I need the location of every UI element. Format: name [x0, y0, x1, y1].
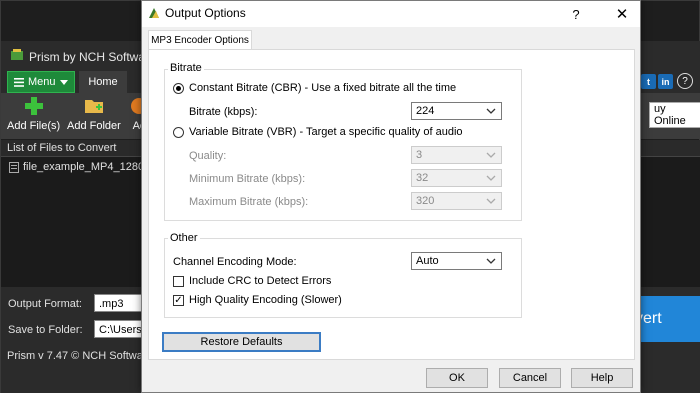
ok-button[interactable]: OK	[426, 368, 488, 388]
cbr-radio[interactable]	[173, 83, 184, 94]
bitrate-select[interactable]: 224	[411, 102, 502, 120]
menu-label: Menu	[28, 76, 56, 88]
channel-mode-value: Auto	[416, 255, 439, 267]
bitrate-value: 224	[416, 105, 435, 117]
close-icon[interactable]: ✕	[612, 4, 632, 24]
help-icon[interactable]: ?	[677, 73, 693, 89]
max-bitrate-value: 320	[416, 195, 435, 207]
min-bitrate-label: Minimum Bitrate (kbps):	[189, 173, 306, 185]
hq-checkbox[interactable]: ✓	[173, 295, 184, 306]
save-to-folder-label: Save to Folder:	[8, 324, 83, 336]
prism-logo-icon	[11, 49, 23, 60]
chevron-down-icon	[486, 152, 496, 158]
min-bitrate-select: 32	[411, 169, 502, 187]
chevron-down-icon	[486, 175, 496, 181]
chevron-down-icon	[59, 79, 68, 85]
min-bitrate-value: 32	[416, 172, 429, 184]
cancel-button[interactable]: Cancel	[499, 368, 561, 388]
chevron-down-icon	[486, 198, 496, 204]
max-bitrate-label: Maximum Bitrate (kbps):	[189, 196, 309, 208]
output-format-label: Output Format:	[8, 298, 82, 310]
buy-online-button[interactable]: uy Online	[649, 102, 700, 128]
add-files-label: Add File(s)	[7, 120, 61, 132]
output-options-dialog: Output Options ? ✕ MP3 Encoder Options B…	[141, 0, 641, 393]
plus-icon	[24, 97, 43, 115]
status-bar: Prism v 7.47 © NCH Software	[7, 350, 153, 362]
list-item[interactable]: file_example_MP4_1280_...	[9, 161, 159, 173]
add-files-button[interactable]: Add File(s)	[7, 96, 60, 132]
chevron-down-icon	[486, 258, 496, 264]
max-bitrate-select: 320	[411, 192, 502, 210]
linkedin-icon[interactable]: in	[658, 74, 673, 89]
crc-label[interactable]: Include CRC to Detect Errors	[189, 275, 331, 287]
menu-button[interactable]: Menu	[7, 71, 75, 93]
channel-mode-select[interactable]: Auto	[411, 252, 502, 270]
file-icon	[9, 161, 19, 173]
chevron-down-icon	[486, 108, 496, 114]
bitrate-group-title: Bitrate	[168, 62, 204, 74]
channel-mode-label: Channel Encoding Mode:	[173, 256, 297, 268]
dialog-title: Output Options	[165, 6, 246, 20]
help-button[interactable]: Help	[571, 368, 633, 388]
restore-defaults-button[interactable]: Restore Defaults	[162, 332, 321, 352]
quality-select: 3	[411, 146, 502, 164]
hq-label[interactable]: High Quality Encoding (Slower)	[189, 294, 342, 306]
dialog-titlebar: Output Options ? ✕	[142, 1, 640, 27]
file-name: file_example_MP4_1280_...	[23, 161, 160, 173]
prism-title: Prism by NCH Software	[29, 50, 156, 64]
tab-mp3-encoder-options[interactable]: MP3 Encoder Options	[148, 30, 252, 50]
folder-add-icon	[84, 100, 103, 113]
vbr-radio[interactable]	[173, 127, 184, 138]
twitter-icon[interactable]: t	[641, 74, 656, 89]
other-group-title: Other	[168, 232, 200, 244]
add-folder-label: Add Folder	[67, 120, 121, 132]
hamburger-icon	[14, 77, 24, 87]
add-folder-button[interactable]: Add Folder	[67, 96, 121, 132]
vbr-label[interactable]: Variable Bitrate (VBR) - Target a specif…	[189, 126, 463, 138]
social-links: t in	[641, 74, 673, 89]
bitrate-label: Bitrate (kbps):	[189, 106, 258, 118]
help-icon[interactable]: ?	[566, 4, 586, 24]
crc-checkbox[interactable]	[173, 276, 184, 287]
cbr-label[interactable]: Constant Bitrate (CBR) - Use a fixed bit…	[189, 82, 456, 94]
prism-logo-icon	[149, 8, 159, 18]
tab-home[interactable]: Home	[79, 71, 127, 93]
quality-value: 3	[416, 149, 423, 161]
mp3-options-panel: Bitrate Constant Bitrate (CBR) - Use a f…	[148, 49, 635, 360]
quality-label: Quality:	[189, 150, 227, 162]
